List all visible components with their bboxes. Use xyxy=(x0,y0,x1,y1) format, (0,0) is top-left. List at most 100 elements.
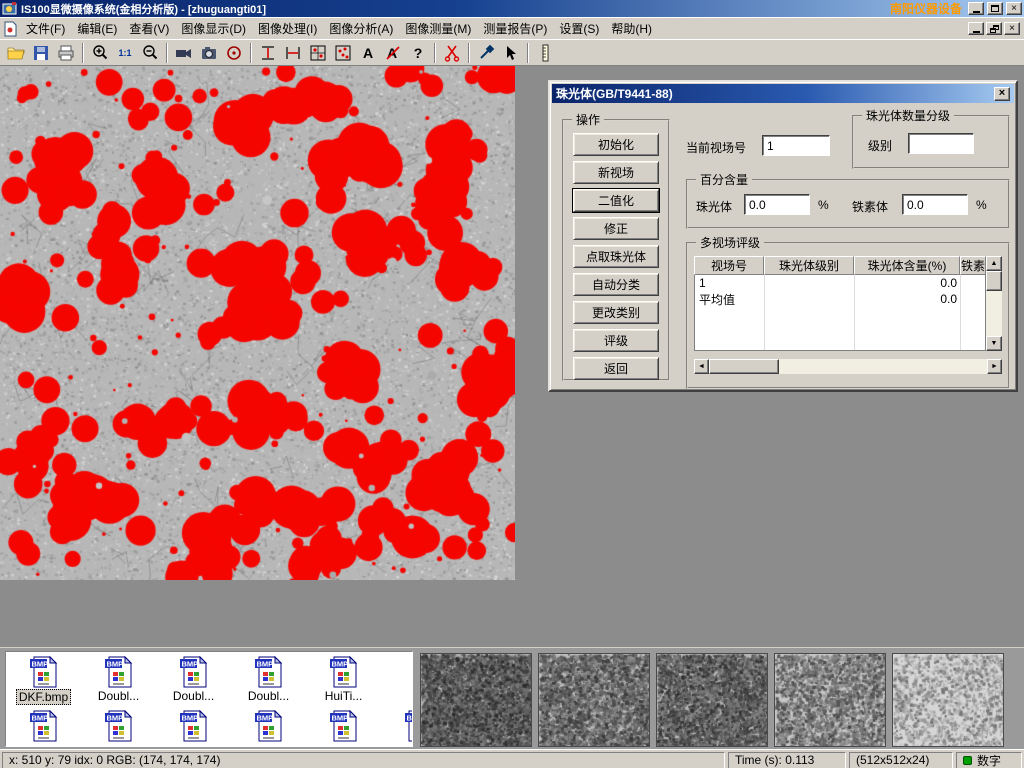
bmp-file-icon xyxy=(103,710,135,742)
measure-horizontal-icon[interactable] xyxy=(281,42,305,64)
column-header[interactable]: 视场号 xyxy=(694,256,764,275)
table-vertical-scrollbar[interactable]: ▲ ▼ xyxy=(986,256,1002,351)
mdi-restore-icon xyxy=(990,25,999,33)
scroll-down-button[interactable]: ▼ xyxy=(986,336,1002,351)
measure-vertical-icon[interactable] xyxy=(256,42,280,64)
thumbnail-image-5[interactable] xyxy=(892,653,1004,747)
grade-button[interactable]: 评级 xyxy=(573,329,659,352)
pick-pearlite-button[interactable]: 点取珠光体 xyxy=(573,245,659,268)
thumbnail-image-3[interactable] xyxy=(656,653,768,747)
actual-size-icon[interactable]: 1:1 xyxy=(113,42,137,64)
file-item[interactable]: Doubl... xyxy=(156,652,231,705)
table-horizontal-scrollbar[interactable]: ◄ ► xyxy=(694,359,1002,374)
auto-classify-button[interactable]: 自动分类 xyxy=(573,273,659,296)
binarize-button[interactable]: 二值化 xyxy=(573,189,659,212)
ferrite-input[interactable] xyxy=(902,194,968,215)
annotate-text-delete-icon[interactable]: A xyxy=(381,42,405,64)
scroll-right-button[interactable]: ► xyxy=(987,359,1002,374)
change-class-button[interactable]: 更改类别 xyxy=(573,301,659,324)
menu-item-image-measure[interactable]: 图像测量(M) xyxy=(399,18,477,39)
column-divider xyxy=(764,275,765,350)
file-item[interactable] xyxy=(231,706,306,742)
maximize-button[interactable] xyxy=(987,2,1003,15)
file-list[interactable]: DKF.bmp Doubl... Doubl... Doubl... HuiTi… xyxy=(5,651,413,747)
table-row[interactable]: 1 0.0 xyxy=(695,275,985,291)
menu-item-view[interactable]: 查看(V) xyxy=(123,18,175,39)
dialog-title: 珠光体(GB/T9441-88) xyxy=(556,85,673,102)
correct-button[interactable]: 修正 xyxy=(573,217,659,240)
menu-item-help[interactable]: 帮助(H) xyxy=(605,18,658,39)
pearlite-input[interactable] xyxy=(744,194,810,215)
cut-icon[interactable] xyxy=(440,42,464,64)
open-folder-icon[interactable] xyxy=(4,42,28,64)
measure-count-icon[interactable] xyxy=(331,42,355,64)
column-divider xyxy=(960,275,961,350)
measure-grid-icon[interactable] xyxy=(306,42,330,64)
scroll-left-button[interactable]: ◄ xyxy=(694,359,709,374)
scroll-thumb[interactable] xyxy=(709,359,779,374)
minimize-button[interactable] xyxy=(968,2,984,15)
new-field-button[interactable]: 新视场 xyxy=(573,161,659,184)
column-header[interactable]: 珠光体含量(%) xyxy=(854,256,960,275)
mdi-close-button[interactable]: × xyxy=(1004,22,1020,35)
save-icon[interactable] xyxy=(29,42,53,64)
ruler-icon[interactable] xyxy=(533,42,557,64)
menu-item-edit[interactable]: 编辑(E) xyxy=(71,18,123,39)
file-item[interactable] xyxy=(306,706,381,742)
file-row: DKF.bmp Doubl... Doubl... Doubl... HuiTi… xyxy=(6,652,412,705)
file-item[interactable] xyxy=(156,706,231,742)
zoom-in-icon[interactable] xyxy=(88,42,112,64)
file-item[interactable] xyxy=(6,706,81,742)
column-header[interactable]: 铁素 xyxy=(960,256,986,275)
init-button[interactable]: 初始化 xyxy=(573,133,659,156)
toolbar-separator xyxy=(527,43,529,63)
column-header[interactable]: 珠光体级别 xyxy=(764,256,854,275)
return-button[interactable]: 返回 xyxy=(573,357,659,380)
mdi-minimize-button[interactable] xyxy=(968,22,984,35)
pointer-icon[interactable] xyxy=(499,42,523,64)
color-picker-icon[interactable] xyxy=(474,42,498,64)
target-icon[interactable] xyxy=(222,42,246,64)
file-item[interactable]: DKF.bmp xyxy=(6,652,81,705)
print-icon[interactable] xyxy=(54,42,78,64)
metallograph-image[interactable] xyxy=(0,66,515,580)
file-item[interactable] xyxy=(381,706,413,742)
close-button[interactable]: × xyxy=(1006,2,1022,15)
video-camera-icon[interactable] xyxy=(172,42,196,64)
scroll-thumb[interactable] xyxy=(986,271,1002,291)
pearlite-label: 珠光体 xyxy=(696,198,732,215)
annotate-text-icon[interactable]: A xyxy=(356,42,380,64)
mdi-restore-button[interactable] xyxy=(986,22,1002,35)
menu-item-image-display[interactable]: 图像显示(D) xyxy=(175,18,252,39)
snapshot-camera-icon[interactable] xyxy=(197,42,221,64)
file-item[interactable] xyxy=(81,706,156,742)
grade-input[interactable] xyxy=(908,133,974,154)
mode-label: 数字 xyxy=(977,752,1001,768)
menu-item-settings[interactable]: 设置(S) xyxy=(553,18,605,39)
dialog-close-button[interactable]: × xyxy=(994,87,1010,101)
menu-item-image-process[interactable]: 图像处理(I) xyxy=(252,18,323,39)
menu-item-measure-report[interactable]: 测量报告(P) xyxy=(477,18,553,39)
file-item[interactable]: Doubl... xyxy=(231,652,306,705)
bmp-file-icon xyxy=(178,656,210,688)
thumbnail-image-4[interactable] xyxy=(774,653,886,747)
dialog-title-bar[interactable]: 珠光体(GB/T9441-88) × xyxy=(552,84,1014,103)
thumbnail-image-1[interactable] xyxy=(420,653,532,747)
multi-field-group-label: 多视场评级 xyxy=(696,236,764,250)
vendor-text: 南阳仪器设备 xyxy=(890,0,962,17)
toolbar: 1:1 A A ? xyxy=(0,39,1024,66)
scroll-up-button[interactable]: ▲ xyxy=(986,256,1002,271)
current-field-input[interactable] xyxy=(762,135,830,156)
menu-item-image-analysis[interactable]: 图像分析(A) xyxy=(323,18,399,39)
file-name: Doubl... xyxy=(98,689,139,703)
zoom-out-icon[interactable] xyxy=(138,42,162,64)
mdi-minimize-icon xyxy=(973,31,980,33)
file-item[interactable]: HuiTi... xyxy=(306,652,381,705)
operation-group: 操作 初始化 新视场 二值化 修正 点取珠光体 自动分类 更改类别 评级 返回 xyxy=(562,119,670,381)
thumbnail-image-2[interactable] xyxy=(538,653,650,747)
menu-item-file[interactable]: 文件(F) xyxy=(20,18,71,39)
title-bar[interactable]: IS100显微摄像系统(金相分析版) - [zhuguangti01] 南阳仪器… xyxy=(0,0,1024,17)
table-row[interactable]: 平均值 0.0 xyxy=(695,291,985,307)
help-icon[interactable]: ? xyxy=(406,42,430,64)
file-item[interactable]: Doubl... xyxy=(81,652,156,705)
